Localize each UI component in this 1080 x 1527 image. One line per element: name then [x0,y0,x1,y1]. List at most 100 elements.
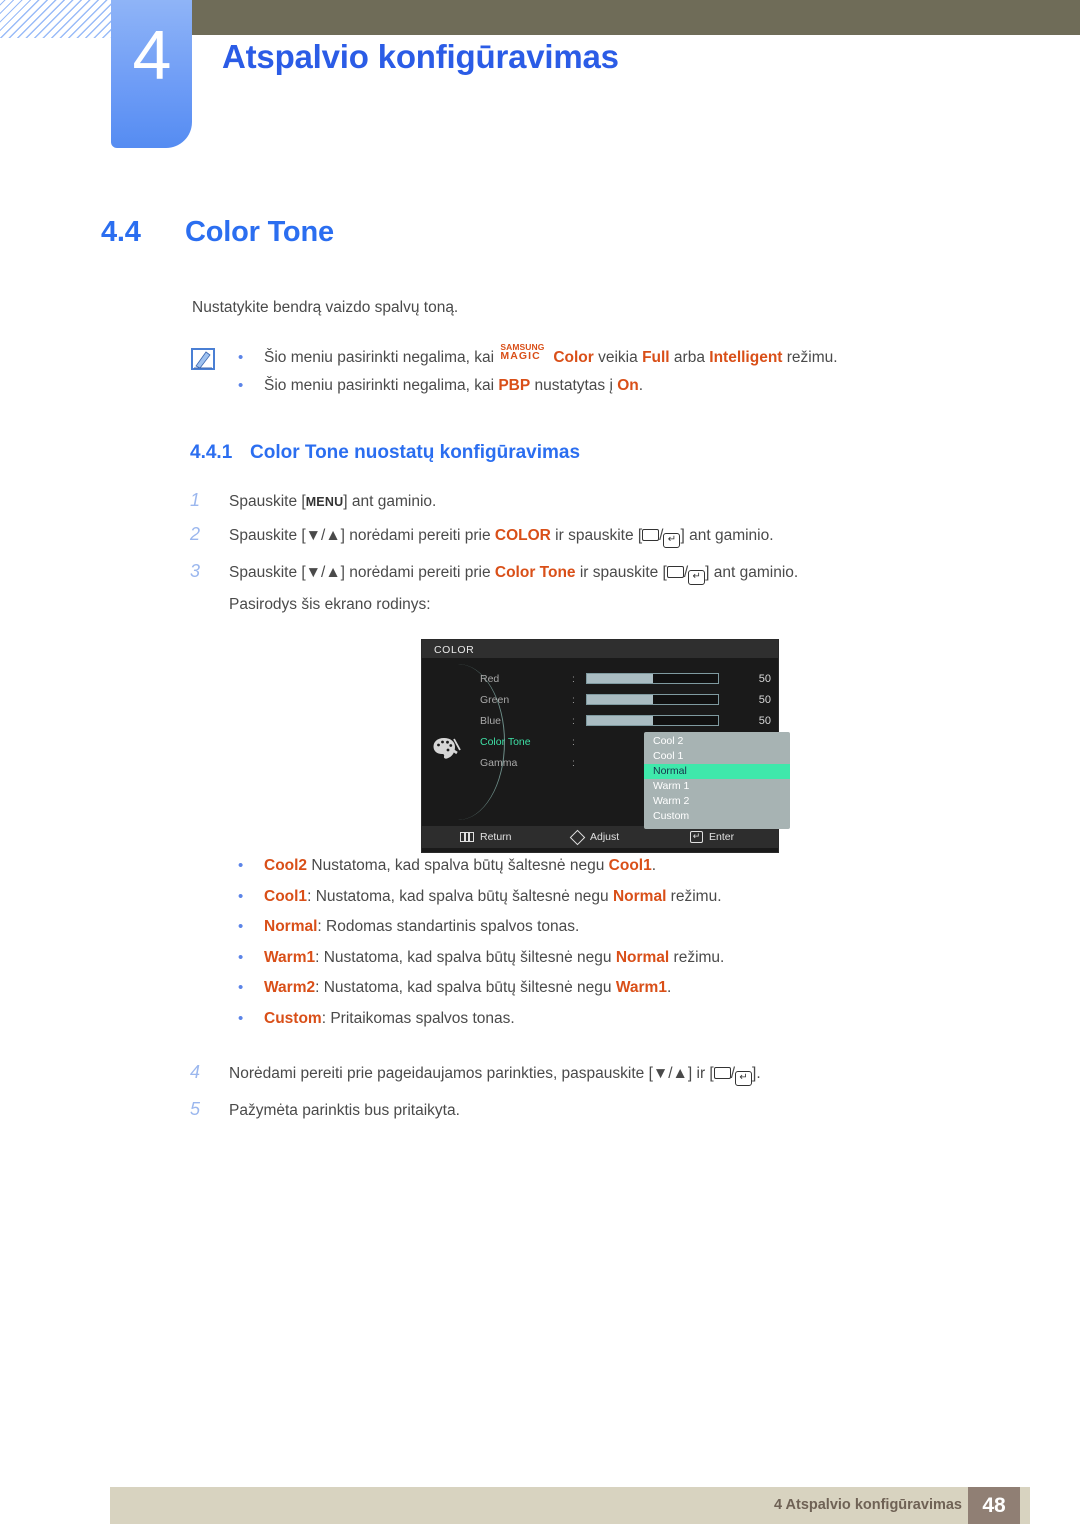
note-list: • Šio meniu pasirinkti negalima, kai SAM… [238,343,938,405]
red-value: 50 [758,672,771,685]
chapter-title: Atspalvio konfigūravimas [222,38,619,75]
osd-enter-action[interactable]: ↵ Enter [690,831,778,843]
option-item: • Cool1: Nustatoma, kad spalva būtų šalt… [238,888,958,906]
step-text: Pažymėta parinktis bus pritaikyta. [229,1102,460,1119]
bullet-icon: • [238,857,244,874]
subsection-title: Color Tone nuostatų konfigūravimas [250,442,581,463]
note-item: • Šio meniu pasirinkti negalima, kai SAM… [238,343,938,367]
step-subline: Pasirodys šis ekrano rodinys: [229,596,431,613]
menu-key-label: MENU [305,495,344,509]
note-pencil-icon [190,347,216,371]
red-slider[interactable] [586,673,719,684]
step-text: Spauskite [MENU] ant gaminio. [229,493,437,510]
note-item-text: Šio meniu pasirinkti negalima, kai PBP n… [264,377,644,394]
dropdown-option-warm2[interactable]: Warm 2 [644,794,790,809]
header-olive-bar [192,0,1080,35]
step-item: 3 Spauskite [▼/▲] norėdami pereiti prie … [190,561,950,614]
osd-footer: Return Adjust ↵ Enter [422,826,778,848]
bullet-icon: • [238,349,244,366]
window-button-icon [642,529,660,541]
step-number: 4 [190,1062,201,1082]
footer-page-number: 48 [968,1487,1020,1524]
blue-slider[interactable] [586,715,719,726]
option-item-text: Cool2 Nustatoma, kad spalva būtų šaltesn… [264,857,657,874]
dropdown-option-cool1[interactable]: Cool 1 [644,749,790,764]
osd-row-red[interactable]: Red : 50 [480,668,776,689]
window-button-icon [713,1067,731,1079]
enter-button-icon: ↵ [663,533,681,548]
step-item: 5 Pažymėta parinktis bus pritaikyta. [190,1099,970,1120]
osd-colon: : [572,693,575,706]
note-item-text: Šio meniu pasirinkti negalima, kai SAMSU… [264,342,838,366]
osd-adjust-label: Adjust [590,831,620,843]
osd-menu-screenshot: COLOR Red : 50 Green: 50 Blue: 50 Colo… [422,640,790,852]
enter-button-icon: ↵ [735,1071,753,1086]
corner-hatch-decoration [0,0,112,38]
osd-adjust-action[interactable]: Adjust [569,829,690,845]
osd-colon: : [572,756,575,769]
step-text: Spauskite [▼/▲] norėdami pereiti prie CO… [229,527,950,548]
diamond-icon [569,829,586,845]
green-slider[interactable] [586,694,719,705]
menu-bars-icon [460,832,474,842]
step-number: 1 [190,490,201,510]
osd-label: Gamma [480,756,518,769]
osd-row-blue[interactable]: Blue : 50 [480,710,776,731]
dropdown-option-warm1[interactable]: Warm 1 [644,779,790,794]
osd-label: Color Tone [480,735,531,748]
samsung-magic-logo: SAMSUNG MAGIC [500,342,545,362]
option-item-text: Warm2: Nustatoma, kad spalva būtų šiltes… [264,979,672,996]
option-list: • Cool2 Nustatoma, kad spalva būtų šalte… [238,857,958,1040]
option-item-text: Custom: Pritaikomas spalvos tonas. [264,1009,515,1027]
osd-label: Blue [480,714,502,727]
note-item: • Šio meniu pasirinkti negalima, kai PBP… [238,377,938,395]
bullet-icon: • [238,1009,244,1027]
step-item: 2 Spauskite [▼/▲] norėdami pereiti prie … [190,524,950,548]
footer-chapter-text: 4 Atspalvio konfigūravimas [773,1497,962,1513]
dropdown-option-normal[interactable]: Normal [644,764,790,779]
section-title: Color Tone [185,216,334,248]
option-item: • Custom: Pritaikomas spalvos tonas. [238,1010,958,1028]
step-number: 2 [190,524,201,544]
option-item: • Normal: Rodomas standartinis spalvos t… [238,918,958,936]
step-item: 4 Norėdami pereiti prie pageidaujamos pa… [190,1062,970,1086]
dropdown-option-cool2[interactable]: Cool 2 [644,734,790,749]
step-text: Norėdami pereiti prie pageidaujamos pari… [229,1065,970,1086]
step-number: 5 [190,1099,201,1119]
bullet-icon: • [238,948,244,966]
osd-colon: : [572,735,575,748]
bullet-icon: • [238,979,244,996]
palette-icon [432,736,462,760]
osd-enter-label: Enter [709,831,735,843]
chapter-number: 4 [132,16,172,94]
option-item-text: Cool1: Nustatoma, kad spalva būtų šaltes… [264,887,722,905]
step-number: 3 [190,561,201,581]
step-text: Spauskite [▼/▲] norėdami pereiti prie Co… [229,564,950,614]
blue-value: 50 [758,714,771,727]
color-tone-dropdown[interactable]: Cool 2 Cool 1 Normal Warm 1 Warm 2 Custo… [644,732,790,829]
osd-row-green[interactable]: Green : 50 [480,689,776,710]
bullet-icon: • [238,918,244,935]
steps-list-continued: 4 Norėdami pereiti prie pageidaujamos pa… [190,1062,970,1133]
osd-colon: : [572,672,575,685]
green-value: 50 [758,693,771,706]
bullet-icon: • [238,887,244,905]
bullet-icon: • [238,377,244,394]
steps-list: 1 Spauskite [MENU] ant gaminio. 2 Spausk… [190,490,950,627]
enter-button-icon: ↵ [688,570,706,585]
osd-title: COLOR [422,640,778,658]
section-number: 4.4 [101,216,141,248]
option-item-text: Normal: Rodomas standartinis spalvos ton… [264,918,580,935]
dropdown-option-custom[interactable]: Custom [644,809,790,824]
osd-rows: Red : 50 Green : 50 Blue : 50 Color Tone… [480,668,790,829]
osd-colon: : [572,714,575,727]
option-item: • Cool2 Nustatoma, kad spalva būtų šalte… [238,857,958,875]
osd-body: Red : 50 Green : 50 Blue : 50 Color Tone… [422,658,790,829]
osd-return-action[interactable]: Return [422,831,572,843]
subsection-number: 4.4.1 [190,442,233,463]
step-item: 1 Spauskite [MENU] ant gaminio. [190,490,950,511]
option-item: • Warm1: Nustatoma, kad spalva būtų šilt… [238,949,958,967]
osd-return-label: Return [480,831,512,843]
section-intro-text: Nustatykite bendrą vaizdo spalvų toną. [192,299,459,316]
subsection-heading: 4.4.1 Color Tone nuostatų konfigūravimas [190,442,580,464]
